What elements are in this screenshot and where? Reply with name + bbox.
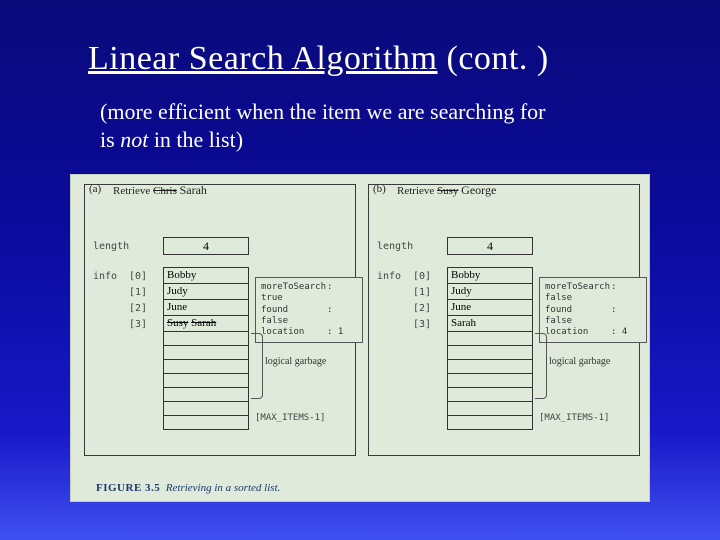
idx-0-a: [0] <box>129 271 147 282</box>
idx-2-b: [2] <box>413 303 431 314</box>
list-b-row-2: June <box>448 300 532 316</box>
list-b-blank-7 <box>448 416 532 430</box>
pane-a-retrieve-hand: Sarah <box>180 183 207 197</box>
slide-title: Linear Search Algorithm (cont. ) <box>88 40 549 78</box>
figure-caption: FIGURE 3.5 Retrieving in a sorted list. <box>96 482 280 494</box>
pane-a-tag: (a) <box>89 183 101 195</box>
list-b-blank-6 <box>448 402 532 416</box>
idx-3-b: [3] <box>413 319 431 330</box>
info-label-b: info <box>377 271 401 282</box>
status-b-k2: found <box>545 305 611 316</box>
pane-b-retrieve: Retrieve Susy George <box>397 183 496 198</box>
list-a-blank-1 <box>164 332 248 346</box>
length-label-a: length <box>93 241 129 252</box>
idx-1-b: [1] <box>413 287 431 298</box>
status-b-v3: : 4 <box>611 327 627 337</box>
list-a-blank-4 <box>164 374 248 388</box>
list-b-blank-5 <box>448 388 532 402</box>
list-b: Bobby Judy June Sarah <box>447 267 533 430</box>
idx-2-a: [2] <box>129 303 147 314</box>
list-a-row-1: Judy <box>164 284 248 300</box>
list-b-blank-2 <box>448 346 532 360</box>
idx-0-b: [0] <box>413 271 431 282</box>
brace-label-b: logical garbage <box>549 357 610 368</box>
pane-a-retrieve-prefix: Retrieve <box>113 185 153 197</box>
length-box-b: 4 <box>447 237 533 255</box>
list-b-row-3: Sarah <box>448 316 532 332</box>
idx-1-a: [1] <box>129 287 147 298</box>
list-b-row-0: Bobby <box>448 268 532 284</box>
status-b: moreToSearch: false found: false locatio… <box>539 277 647 343</box>
status-a-v3: : 1 <box>327 327 343 337</box>
list-b-blank-4 <box>448 374 532 388</box>
status-b-k3: location <box>545 327 611 338</box>
brace-b <box>535 333 547 399</box>
list-a-row-2: June <box>164 300 248 316</box>
length-label-b: length <box>377 241 413 252</box>
status-a: moreToSearch: true found: false location… <box>255 277 363 343</box>
caption-txt: Retrieving in a sorted list. <box>166 482 281 494</box>
pane-b-retrieve-hand: George <box>461 183 496 197</box>
status-b-k1: moreToSearch <box>545 282 611 293</box>
slide-subtitle: (more efficient when the item we are sea… <box>100 98 560 153</box>
max-label-b: [MAX_ITEMS-1] <box>539 413 609 423</box>
status-a-k2: found <box>261 305 327 316</box>
idx-3-a: [3] <box>129 319 147 330</box>
title-main: Linear Search Algorithm <box>88 40 438 77</box>
status-a-k1: moreToSearch <box>261 282 327 293</box>
pane-b-retrieve-strike: Susy <box>437 185 458 197</box>
brace-label-a: logical garbage <box>265 357 326 368</box>
pane-a-retrieve-strike: Chris <box>153 185 177 197</box>
list-b-row-1: Judy <box>448 284 532 300</box>
brace-a <box>251 333 263 399</box>
status-a-k3: location <box>261 327 327 338</box>
list-a-row-0: Bobby <box>164 268 248 284</box>
pane-b: (b) Retrieve Susy George length 4 info [… <box>368 184 640 456</box>
info-label-a: info <box>93 271 117 282</box>
caption-fig: FIGURE 3.5 <box>96 482 160 494</box>
length-box-a: 4 <box>163 237 249 255</box>
subtitle-post: in the list) <box>148 127 243 152</box>
pane-b-tag: (b) <box>373 183 386 195</box>
list-b-blank-1 <box>448 332 532 346</box>
list-a-row-3-hand: Sarah <box>191 317 216 329</box>
pane-a-retrieve: Retrieve Chris Sarah <box>113 183 207 198</box>
list-a-blank-2 <box>164 346 248 360</box>
list-a-row-3: Susy Sarah <box>164 316 248 332</box>
figure-panel: (a) Retrieve Chris Sarah length 4 info [… <box>70 174 650 502</box>
pane-b-retrieve-prefix: Retrieve <box>397 185 437 197</box>
subtitle-em: not <box>120 127 148 152</box>
list-a-row-3-strike: Susy <box>167 317 188 329</box>
title-cont: (cont. ) <box>438 40 549 77</box>
max-label-a: [MAX_ITEMS-1] <box>255 413 325 423</box>
list-a-blank-6 <box>164 402 248 416</box>
list-a-blank-7 <box>164 416 248 430</box>
list-a-blank-3 <box>164 360 248 374</box>
list-a: Bobby Judy June Susy Sarah <box>163 267 249 430</box>
pane-a: (a) Retrieve Chris Sarah length 4 info [… <box>84 184 356 456</box>
list-b-blank-3 <box>448 360 532 374</box>
list-a-blank-5 <box>164 388 248 402</box>
